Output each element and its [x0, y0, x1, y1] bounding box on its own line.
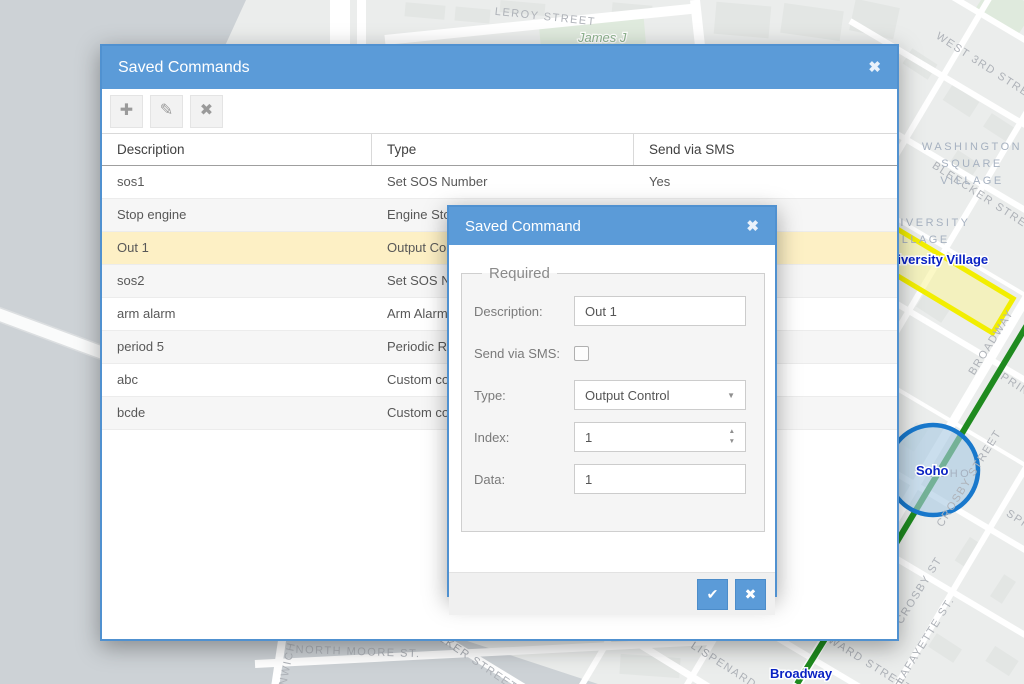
confirm-button[interactable]: ✔	[697, 579, 728, 610]
saved-command-titlebar[interactable]: Saved Command ✖	[449, 207, 775, 245]
commands-table-header: Description Type Send via SMS	[102, 133, 897, 166]
add-command-button[interactable]: ✚	[110, 95, 143, 128]
spin-up-icon[interactable]: ▲	[729, 429, 735, 436]
index-stepper[interactable]: 1 ▲ ▼	[574, 422, 746, 452]
close-icon[interactable]: ✖	[868, 60, 881, 75]
check-icon: ✔	[707, 586, 719, 603]
area-label: SQUARE	[941, 158, 1002, 170]
cell-description: bcde	[102, 397, 372, 429]
fieldset-legend: Required	[482, 265, 557, 282]
index-row: Index: 1 ▲ ▼	[474, 422, 752, 452]
column-header-description[interactable]: Description	[102, 134, 372, 165]
column-header-type[interactable]: Type	[372, 134, 634, 165]
table-row[interactable]: sos1 Set SOS Number Yes	[102, 166, 897, 199]
x-icon: ✖	[745, 586, 757, 603]
cell-description: sos2	[102, 265, 372, 297]
cell-description: period 5	[102, 331, 372, 363]
cell-description: Stop engine	[102, 199, 372, 231]
saved-commands-titlebar[interactable]: Saved Commands ✖	[102, 46, 897, 89]
type-row: Type: Output Control ▼	[474, 380, 752, 410]
commands-toolbar: ✚ ✎ ✖	[102, 89, 897, 133]
park-label: James J	[577, 30, 627, 45]
type-label: Type:	[474, 388, 574, 403]
data-row: Data:	[474, 464, 752, 494]
pencil-icon: ✎	[160, 103, 173, 119]
index-label: Index:	[474, 430, 574, 445]
data-field[interactable]	[574, 464, 746, 494]
cell-description: arm alarm	[102, 298, 372, 330]
cell-description: abc	[102, 364, 372, 396]
plus-icon: ✚	[120, 103, 133, 119]
edit-command-button[interactable]: ✎	[150, 95, 183, 128]
area-label: VILLAGE	[940, 175, 1003, 187]
dialog-title: Saved Commands	[118, 59, 250, 77]
saved-command-body: Required Description: Send via SMS: Type…	[449, 265, 775, 615]
send-via-sms-label: Send via SMS:	[474, 346, 574, 361]
close-icon[interactable]: ✖	[746, 219, 759, 234]
index-value: 1	[585, 430, 592, 445]
spin-down-icon[interactable]: ▼	[729, 439, 735, 446]
cell-description: sos1	[102, 166, 372, 198]
type-dropdown[interactable]: Output Control ▼	[574, 380, 746, 410]
cell-sms: Yes	[634, 166, 897, 198]
dialog-title: Saved Command	[465, 218, 581, 235]
map-marker-label[interactable]: Soho	[916, 463, 949, 478]
data-label: Data:	[474, 472, 574, 487]
send-via-sms-checkbox[interactable]	[574, 346, 589, 361]
cell-description: Out 1	[102, 232, 372, 264]
send-via-sms-row: Send via SMS:	[474, 338, 752, 368]
cancel-button[interactable]: ✖	[735, 579, 766, 610]
map-marker-label[interactable]: Broadway	[770, 666, 833, 681]
type-selected-value: Output Control	[585, 388, 670, 403]
delete-command-button[interactable]: ✖	[190, 95, 223, 128]
column-header-send-via-sms[interactable]: Send via SMS	[634, 134, 897, 165]
saved-command-footer: ✔ ✖	[449, 572, 775, 615]
description-label: Description:	[474, 304, 574, 319]
description-field[interactable]	[574, 296, 746, 326]
stepper-arrows[interactable]: ▲ ▼	[729, 429, 735, 445]
area-label: WASHINGTON	[922, 141, 1022, 153]
delete-icon: ✖	[200, 103, 213, 119]
chevron-down-icon: ▼	[727, 391, 735, 400]
required-fieldset: Required Description: Send via SMS: Type…	[461, 265, 765, 532]
cell-type: Set SOS Number	[372, 166, 634, 198]
saved-command-dialog: Saved Command ✖ Required Description: Se…	[447, 205, 777, 597]
description-row: Description:	[474, 296, 752, 326]
